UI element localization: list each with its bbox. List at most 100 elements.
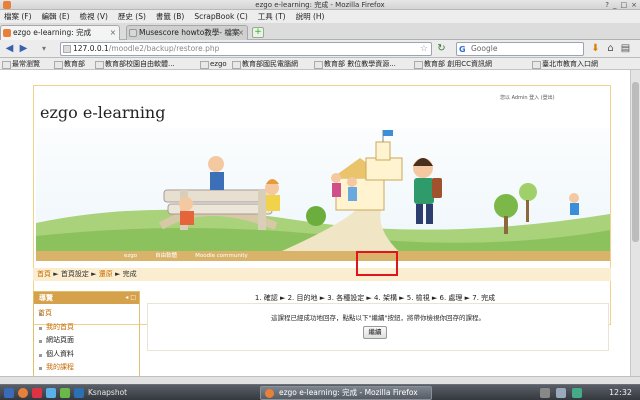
continue-button[interactable]: 繼續 xyxy=(363,326,387,339)
firefox-icon xyxy=(265,389,274,398)
back-icon[interactable]: ◀ xyxy=(4,43,15,54)
bookmark-moe-digital-resources[interactable]: 教育部 數位教學資源... xyxy=(314,58,396,70)
firefox-launcher-icon[interactable] xyxy=(18,388,28,398)
nav-item-site-pages[interactable]: 網站頁面 xyxy=(38,334,74,348)
menu-edit[interactable]: 編輯 (E) xyxy=(42,10,70,23)
site-identity-icon[interactable] xyxy=(63,45,71,53)
close-tab-icon[interactable]: × xyxy=(110,26,116,39)
breadcrumb-restore[interactable]: 還原 xyxy=(99,270,113,278)
url-host: 127.0.0.1 xyxy=(73,44,109,53)
taskbar-firefox-window[interactable]: ezgo e-learning: 完成 - Mozilla Firefox xyxy=(260,386,432,400)
history-dropdown-icon[interactable]: ▾ xyxy=(34,43,54,54)
breadcrumb-separator: ► xyxy=(91,270,97,278)
site-nav-ezgo[interactable]: ezgo xyxy=(124,251,137,261)
battery-icon[interactable] xyxy=(572,388,582,398)
reload-icon[interactable]: ↻ xyxy=(436,43,447,54)
nav-item-my-courses[interactable]: 我的課程 xyxy=(38,361,74,375)
tab-label: Musescore howto教學- 檔案 xyxy=(139,28,240,37)
nav-item-home[interactable]: 首頁 xyxy=(38,307,74,321)
window-titlebar: ezgo e-learning: 完成 - Mozilla Firefox ? … xyxy=(0,0,640,10)
bookmark-ezgo[interactable]: ezgo xyxy=(200,58,227,70)
breadcrumb-separator: ► xyxy=(114,270,121,278)
taskbar: Ksnapshot ezgo e-learning: 完成 - Mozilla … xyxy=(0,384,640,400)
menu-bar: 檔案 (F) 編輯 (E) 檢視 (V) 歷史 (S) 書籤 (B) Scrap… xyxy=(0,10,640,23)
banner-image xyxy=(36,130,610,258)
search-placeholder: Google xyxy=(471,44,498,53)
terminal-icon[interactable] xyxy=(60,388,70,398)
highlight-annotation-box xyxy=(356,251,398,276)
bookmark-moe[interactable]: 教育部 xyxy=(54,58,85,70)
breadcrumb: 首頁 ► 首頁設定 ► 還原 ► 完成 xyxy=(33,268,611,281)
tab-favicon xyxy=(3,29,11,37)
navigation-bar: ◀ ▶ ▾ 127.0.0.1/moodle2/backup/restore.p… xyxy=(0,40,640,58)
breadcrumb-settings: 首頁設定 xyxy=(60,270,89,278)
url-bar[interactable]: 127.0.0.1/moodle2/backup/restore.php ☆ xyxy=(60,42,432,56)
bookmark-taipei-portal[interactable]: 臺北市教育入口網 xyxy=(532,58,598,70)
ksnapshot-icon[interactable] xyxy=(74,388,84,398)
search-input[interactable]: G Google xyxy=(456,42,584,56)
site-nav-free-software[interactable]: 自由軟體 xyxy=(155,251,177,261)
window-title: ezgo e-learning: 完成 - Mozilla Firefox xyxy=(255,1,385,9)
bookmark-most-visited[interactable]: 最常瀏覽 xyxy=(2,58,40,70)
breadcrumb-separator: ► xyxy=(53,270,59,278)
forward-icon[interactable]: ▶ xyxy=(18,43,29,54)
clock[interactable]: 12:32 xyxy=(590,385,632,400)
menu-bookmarks[interactable]: 書籤 (B) xyxy=(156,10,184,23)
google-icon[interactable]: G xyxy=(459,44,466,56)
menu-tools[interactable]: 工具 (T) xyxy=(258,10,286,23)
menu-view[interactable]: 檢視 (V) xyxy=(80,10,108,23)
tab-bar: ezgo e-learning: 完成 × Musescore howto教學-… xyxy=(0,23,640,40)
nav-item-profile[interactable]: 個人資料 xyxy=(38,348,74,362)
navigation-list: 首頁 我的首頁 網站頁面 個人資料 我的課程 xyxy=(38,307,74,375)
help-button[interactable]: ? xyxy=(605,0,609,10)
block-controls-icon[interactable]: ◂ □ xyxy=(125,292,136,304)
header-banner-illustration xyxy=(36,128,610,258)
minimize-button[interactable]: _ xyxy=(613,0,617,10)
taskbar-window-title: ezgo e-learning: 完成 - Mozilla Firefox xyxy=(279,388,418,397)
bookmark-moe-free-software[interactable]: 教育部校園自由軟體... xyxy=(95,58,175,70)
menu-help[interactable]: 說明 (H) xyxy=(296,10,325,23)
volume-icon[interactable] xyxy=(556,388,566,398)
navigation-block-title: 導覽 xyxy=(39,294,53,302)
taskbar-ksnapshot[interactable]: Ksnapshot xyxy=(88,385,127,400)
navigation-block-header: 導覽 ◂ □ xyxy=(34,292,139,304)
start-menu-icon[interactable] xyxy=(4,388,14,398)
download-icon[interactable]: ⬇ xyxy=(590,43,601,54)
breadcrumb-home[interactable]: 首頁 xyxy=(37,270,51,278)
window-controls: ? _ □ × xyxy=(605,0,637,10)
new-tab-button[interactable]: + xyxy=(252,27,264,38)
page-content: ezgo e-learning 您以 Admin 登入 (登出) ezgo 自由… xyxy=(0,70,630,376)
login-status[interactable]: 您以 Admin 登入 (登出) xyxy=(500,94,555,101)
site-nav-moodle-community[interactable]: Moodle community xyxy=(195,251,248,261)
scrapbook-icon[interactable]: ▤ xyxy=(620,43,631,54)
bookmark-moe-pc-network[interactable]: 教育部國民電腦網 xyxy=(232,58,298,70)
bookmark-star-icon[interactable]: ☆ xyxy=(420,43,428,55)
menu-scrapbook[interactable]: ScrapBook (C) xyxy=(194,10,247,23)
bookmarks-bar: 最常瀏覽 教育部 教育部校園自由軟體... ezgo 教育部國民電腦網 教育部 … xyxy=(0,58,640,70)
app-launcher-icon[interactable] xyxy=(32,388,42,398)
breadcrumb-done: 完成 xyxy=(122,270,137,278)
scrollbar-thumb[interactable] xyxy=(632,82,639,242)
restore-message-box: 這課程已經成功地回存，點點以下"繼續"按鈕，將帶你檢視你回存的課程。 繼續 xyxy=(147,303,609,351)
tab-musescore[interactable]: Musescore howto教學- 檔案 × xyxy=(126,25,248,40)
status-bar xyxy=(0,376,640,384)
tab-label: ezgo e-learning: 完成 xyxy=(13,28,92,37)
navigation-block: 導覽 ◂ □ 首頁 我的首頁 網站頁面 個人資料 我的課程 xyxy=(33,291,140,376)
close-tab-icon[interactable]: × xyxy=(238,26,244,39)
home-icon[interactable]: ⌂ xyxy=(605,43,616,54)
restore-success-message: 這課程已經成功地回存，點點以下"繼續"按鈕，將帶你檢視你回存的課程。 xyxy=(271,314,485,322)
bookmark-moe-cc[interactable]: 教育部 創用CC資訊網 xyxy=(414,58,492,70)
tab-ezgo-elearning[interactable]: ezgo e-learning: 完成 × xyxy=(0,25,120,40)
network-icon[interactable] xyxy=(540,388,550,398)
url-path: /moodle2/backup/restore.php xyxy=(108,44,220,53)
menu-file[interactable]: 檔案 (F) xyxy=(4,10,32,23)
site-brand[interactable]: ezgo e-learning xyxy=(40,103,165,122)
nav-item-my-home[interactable]: 我的首頁 xyxy=(38,321,74,335)
file-manager-icon[interactable] xyxy=(46,388,56,398)
vertical-scrollbar[interactable] xyxy=(630,70,640,376)
menu-history[interactable]: 歷史 (S) xyxy=(118,10,146,23)
firefox-icon xyxy=(3,1,11,9)
close-button[interactable]: × xyxy=(631,0,637,10)
tab-favicon xyxy=(129,29,137,37)
maximize-button[interactable]: □ xyxy=(621,0,628,10)
